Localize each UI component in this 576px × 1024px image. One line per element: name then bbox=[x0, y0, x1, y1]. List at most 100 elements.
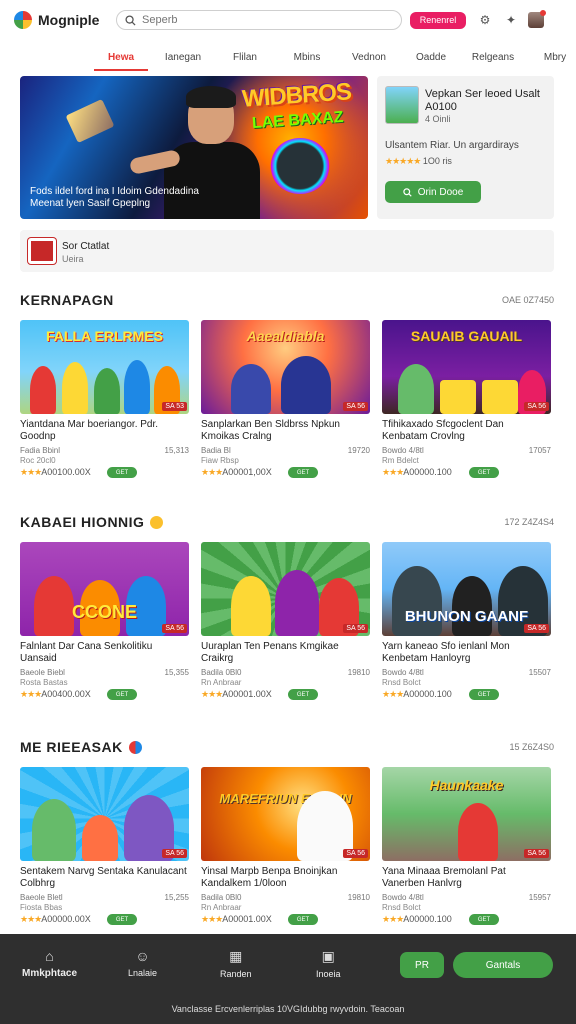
promo-icon bbox=[28, 238, 56, 264]
game-thumbnail: Aaealdiabla SA 56 bbox=[201, 320, 370, 414]
grid-icon: ▦ bbox=[229, 948, 243, 964]
side-app-thumbnail[interactable] bbox=[385, 86, 419, 124]
section-3: ME RIEEASAK 15 Z6Z4S0 SA 56 Sentakem Nar… bbox=[20, 737, 554, 925]
bottom-nav-label: Mmkphtace bbox=[22, 968, 78, 979]
logo-icon bbox=[14, 11, 32, 29]
footer-text: Vanclasse Ercvenlerriplas 10VGIdubbg rwy… bbox=[171, 1004, 405, 1014]
section-title: KABAEI HIONNIG bbox=[20, 514, 164, 530]
bottom-nav-4[interactable]: ▣ Inoeia bbox=[316, 948, 341, 979]
section-2: KABAEI HIONNIG 172 Z4Z4S4 CCONE SA 56 Fa… bbox=[20, 512, 554, 700]
header-action-button[interactable]: Renenrel bbox=[410, 11, 466, 29]
hero-banner[interactable]: WIDBROS LAE BAXAZ Fods ildel ford ina I … bbox=[20, 76, 368, 219]
game-thumbnail: CCONE SA 56 bbox=[20, 542, 189, 636]
search-icon bbox=[403, 187, 412, 197]
bottom-nav-2[interactable]: ☺ Lnalaie bbox=[128, 948, 157, 978]
card-tag: SA 56 bbox=[343, 402, 368, 411]
bottom-nav-label: Randen bbox=[220, 969, 252, 979]
get-button[interactable]: GET bbox=[469, 689, 499, 700]
app-name: Mogniple bbox=[38, 12, 100, 28]
game-thumbnail: MAREFRIUN ERGAIN SA 56 bbox=[201, 767, 370, 861]
game-card[interactable]: FALLA ERLRMES SA 53 Yiantdana Mar boeria… bbox=[20, 320, 189, 478]
game-thumbnail: SAUAIB GAUAIL SA 56 bbox=[382, 320, 551, 414]
section-meta: OAE 0Z7450 bbox=[501, 295, 554, 305]
search-input[interactable] bbox=[142, 14, 382, 26]
get-button[interactable]: GET bbox=[107, 914, 137, 925]
section-1: KERNAPAGN OAE 0Z7450 FALLA ERLRMES SA 53… bbox=[20, 290, 554, 478]
game-card[interactable]: SAUAIB GAUAIL SA 56 Tfihikaxado Sfcgocle… bbox=[382, 320, 551, 478]
bookmark-icon: ▣ bbox=[321, 948, 335, 964]
hero-creature-image bbox=[270, 138, 330, 194]
game-thumbnail: FALLA ERLRMES SA 53 bbox=[20, 320, 189, 414]
bottom-nav-3[interactable]: ▦ Randen bbox=[220, 948, 252, 979]
rating-stars-icon: ★★★ bbox=[20, 689, 42, 699]
avatar[interactable] bbox=[528, 10, 546, 28]
get-button[interactable]: GET bbox=[288, 914, 318, 925]
rating-stars-icon: ★★★★★ bbox=[385, 156, 421, 166]
game-card[interactable]: MAREFRIUN ERGAIN SA 56 Yinsal Marpb Benp… bbox=[201, 767, 370, 925]
game-card[interactable]: Haunkaake SA 56 Yana Minaaa Bremolanl Pa… bbox=[382, 767, 551, 925]
puzzle-icon[interactable]: ✦ bbox=[504, 13, 518, 27]
side-action-button[interactable]: Orin Dooe bbox=[385, 181, 481, 203]
tab-4[interactable]: Mbins bbox=[276, 48, 338, 69]
settings-icon[interactable]: ⚙ bbox=[478, 13, 492, 27]
bottom-small-button[interactable]: PR bbox=[400, 952, 444, 978]
get-button[interactable]: GET bbox=[107, 467, 137, 478]
tab-home[interactable]: Hewa bbox=[90, 48, 152, 71]
bottom-nav-label: Inoeia bbox=[316, 969, 341, 979]
promo-title: Sor Ctatlat bbox=[62, 241, 110, 252]
rating-stars-icon: ★★★ bbox=[20, 467, 42, 477]
side-description: Ulsantem Riar. Un argardirays bbox=[385, 140, 519, 151]
section-meta: 15 Z6Z4S0 bbox=[509, 742, 554, 752]
get-button[interactable]: GET bbox=[107, 689, 137, 700]
rating-stars-icon: ★★★ bbox=[382, 689, 404, 699]
game-card[interactable]: CCONE SA 56 Falnlant Dar Cana Senkolitik… bbox=[20, 542, 189, 700]
card-tag: SA 56 bbox=[343, 624, 368, 633]
notification-dot bbox=[540, 10, 546, 16]
game-thumbnail: BHUNON GAANF SA 56 bbox=[382, 542, 551, 636]
tab-5[interactable]: Vednon bbox=[338, 48, 400, 69]
tab-8[interactable]: Mbry bbox=[524, 48, 576, 69]
bottom-primary-button[interactable]: Gantals bbox=[453, 952, 553, 978]
smile-icon: ☺ bbox=[135, 948, 150, 964]
side-title: Vepkan Ser leoed Usalt A0100 bbox=[425, 88, 540, 113]
tab-7[interactable]: Relgeans bbox=[462, 48, 524, 69]
featured-side-panel: Vepkan Ser leoed Usalt A0100 4 Oinli Uls… bbox=[377, 76, 554, 219]
get-button[interactable]: GET bbox=[288, 467, 318, 478]
hero-caption-line1: Fods ildel ford ina I Idoim Gdendadina bbox=[30, 186, 199, 197]
game-card[interactable]: SA 56 Uuraplan Ten Penans Kmgikae Craikr… bbox=[201, 542, 370, 700]
bottom-nav-label: Lnalaie bbox=[128, 968, 158, 978]
search-bar[interactable] bbox=[116, 10, 402, 30]
hero-caption-line2: Meenat lyen Sasif Gpeplng bbox=[30, 198, 151, 209]
section-meta: 172 Z4Z4S4 bbox=[504, 517, 554, 527]
app-logo[interactable]: Mogniple bbox=[14, 11, 104, 29]
game-card[interactable]: BHUNON GAANF SA 56 Yarn kaneao Sfo ienla… bbox=[382, 542, 551, 700]
card-title: Yana Minaaa Bremolanl Pat Vanerben Hanlv… bbox=[382, 866, 506, 889]
get-button[interactable]: GET bbox=[288, 689, 318, 700]
bottom-nav-marketplace[interactable]: ⌂ Mmkphtace bbox=[22, 948, 77, 979]
category-tabs: Hewa Ianegan Flilan Mbins Vednon Oadde R… bbox=[90, 48, 576, 71]
game-card[interactable]: Aaealdiabla SA 56 Sanplarkan Ben Sldbrss… bbox=[201, 320, 370, 478]
card-tag: SA 56 bbox=[343, 849, 368, 858]
tab-6[interactable]: Oadde bbox=[400, 48, 462, 69]
tab-2[interactable]: Ianegan bbox=[152, 48, 214, 69]
rating-stars-icon: ★★★ bbox=[382, 914, 404, 924]
card-title: Yinsal Marpb Benpa Bnoinjkan Kandalkem 1… bbox=[201, 866, 338, 889]
hero-caption: Fods ildel ford ina I Idoim Gdendadina M… bbox=[30, 186, 260, 210]
section-title: KERNAPAGN bbox=[20, 292, 114, 308]
card-tag: SA 53 bbox=[162, 402, 187, 411]
card-tag: SA 56 bbox=[162, 849, 187, 858]
rating-stars-icon: ★★★ bbox=[201, 914, 223, 924]
card-title: Sanplarkan Ben Sldbrss Npkun Kmoikas Cra… bbox=[201, 419, 340, 442]
game-thumbnail: SA 56 bbox=[20, 767, 189, 861]
side-button-label: Orin Dooe bbox=[417, 186, 464, 198]
card-title: Yarn kaneao Sfo ienlanl Mon Kenbetam Han… bbox=[382, 641, 510, 664]
card-tag: SA 56 bbox=[524, 402, 549, 411]
game-thumbnail: Haunkaake SA 56 bbox=[382, 767, 551, 861]
card-title: Falnlant Dar Cana Senkolitiku Uansaid bbox=[20, 641, 153, 664]
game-card[interactable]: SA 56 Sentakem Narvg Sentaka Kanulacant … bbox=[20, 767, 189, 925]
promo-strip[interactable]: Sor Ctatlat Ueira bbox=[20, 230, 554, 272]
rating-stars-icon: ★★★ bbox=[382, 467, 404, 477]
get-button[interactable]: GET bbox=[469, 467, 499, 478]
tab-3[interactable]: Flilan bbox=[214, 48, 276, 69]
get-button[interactable]: GET bbox=[469, 914, 499, 925]
